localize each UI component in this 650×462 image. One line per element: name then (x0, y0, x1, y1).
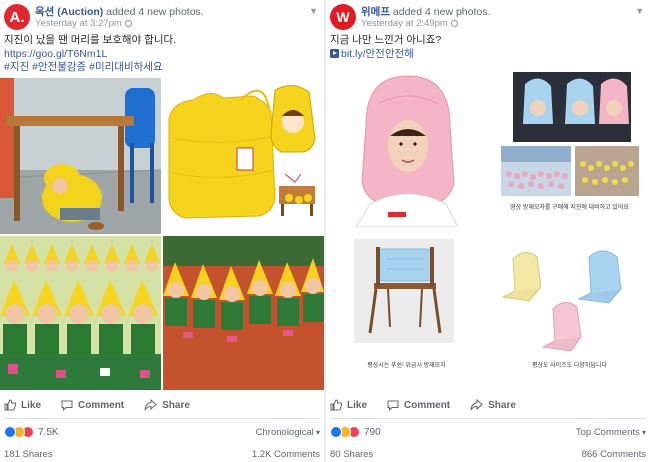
post-text-line: 지진이 났을 땐 머리를 보호해야 합니다. (4, 34, 177, 46)
post-actions: Like Comment Share (0, 395, 324, 415)
comments-count[interactable]: 866 Comments (582, 449, 646, 460)
post-link[interactable]: https://goo.gl/T6Nm1L (4, 48, 320, 62)
comment-icon (61, 400, 73, 411)
reaction-count[interactable]: 7.5K (38, 427, 59, 438)
comment-label[interactable]: Comment (404, 400, 450, 411)
page-name-link[interactable]: 위메프 (361, 6, 390, 18)
post-wemakeprice: W 위메프 added 4 new photos. Yesterday at 2… (326, 0, 650, 462)
share-label[interactable]: Share (162, 400, 190, 411)
comment-sort-dropdown[interactable]: Chronological (256, 427, 320, 438)
post-header: A. 옥션 (Auction) added 4 new photos. Yest… (0, 0, 324, 34)
post-link[interactable]: bit.ly/안전안전해 (330, 48, 646, 62)
share-label[interactable]: Share (488, 400, 516, 411)
post-timestamp[interactable]: Yesterday at 2:49pm (361, 18, 458, 29)
photo-kids-group[interactable] (0, 236, 161, 390)
post-header: W 위메프 added 4 new photos. Yesterday at 2… (326, 0, 650, 34)
timestamp-text[interactable]: Yesterday at 3:27pm (35, 18, 122, 29)
chevron-down-icon[interactable]: ▼ (635, 6, 644, 16)
share-button[interactable]: Share (144, 399, 190, 411)
page-name-link[interactable]: 옥션 (Auction) (35, 6, 103, 18)
link-arrow-icon (330, 48, 339, 58)
like-label[interactable]: Like (347, 400, 367, 411)
reactions-bar: 7.5K Chronological (4, 425, 320, 439)
like-reaction-icon[interactable] (4, 426, 16, 438)
reaction-count[interactable]: 790 (364, 427, 381, 438)
reactions-bar: 790 Top Comments (330, 425, 646, 439)
timestamp-text[interactable]: Yesterday at 2:49pm (361, 18, 448, 29)
thumbs-up-icon (330, 399, 342, 411)
like-reaction-icon[interactable] (330, 426, 342, 438)
divider (4, 418, 320, 419)
post-timestamp[interactable]: Yesterday at 3:27pm (35, 18, 132, 29)
thumbs-up-icon (4, 399, 16, 411)
post-link-text[interactable]: bit.ly/안전안전해 (341, 48, 414, 60)
photo-students-hoods[interactable]: 영상 방재모자를 구매해 지진에 대비하고 있어요 (489, 64, 650, 227)
share-button[interactable]: Share (470, 399, 516, 411)
post-text: 지진이 났을 땐 머리를 보호해야 합니다. https://goo.gl/T6… (0, 34, 324, 75)
shares-count[interactable]: 181 Shares (4, 449, 53, 460)
like-label[interactable]: Like (21, 400, 41, 411)
post-hashtags[interactable]: #지진 #안전불감증 #미리대비하세요 (4, 61, 320, 75)
comments-count[interactable]: 1.2K Comments (252, 449, 320, 460)
feed: A. 옥션 (Auction) added 4 new photos. Yest… (0, 0, 650, 462)
photo-three-hoods[interactable]: 평상도 사이즈도 다양하답니다 (489, 229, 650, 390)
post-stats: 80 Shares 866 Comments (330, 449, 646, 460)
comment-label[interactable]: Comment (78, 400, 124, 411)
comment-button[interactable]: Comment (61, 399, 124, 411)
photo-child-under-table[interactable] (0, 78, 161, 234)
photo-folded-hood[interactable] (163, 78, 324, 234)
post-auction: A. 옥션 (Auction) added 4 new photos. Yest… (0, 0, 324, 462)
post-action-text: added 4 new photos. (392, 6, 491, 18)
like-button[interactable]: Like (330, 399, 367, 411)
comment-icon (387, 400, 399, 411)
page-avatar[interactable]: A. (4, 4, 30, 30)
photo-kids-on-track[interactable] (163, 236, 324, 390)
post-author-line: 위메프 added 4 new photos. (361, 4, 490, 19)
post-stats: 181 Shares 1.2K Comments (4, 449, 320, 460)
post-actions: Like Comment Share (326, 395, 650, 415)
shares-count[interactable]: 80 Shares (330, 449, 373, 460)
chevron-down-icon[interactable]: ▼ (309, 6, 318, 16)
page-avatar[interactable]: W (330, 4, 356, 30)
globe-icon (450, 19, 458, 27)
post-text: 지금 나만 느낀거 아니죠? bit.ly/안전안전해 (326, 34, 650, 61)
photo-chair-cushion[interactable]: 평상시는 푸쉰! 위급시 방재모자 (326, 229, 487, 390)
photo-caption-chair: 평상시는 푸쉰! 위급시 방재모자 (367, 363, 446, 369)
photo-caption-hoods: 평상도 사이즈도 다양하답니다 (531, 363, 608, 369)
photo-woman-pink-hood[interactable] (326, 64, 487, 227)
post-author-line: 옥션 (Auction) added 4 new photos. (35, 4, 204, 19)
comment-button[interactable]: Comment (387, 399, 450, 411)
share-icon (470, 399, 483, 411)
comment-sort-dropdown[interactable]: Top Comments (576, 427, 646, 438)
like-button[interactable]: Like (4, 399, 41, 411)
photo-grid: 영상 방재모자를 구매해 지진에 대비하고 있어요 평상시는 푸쉰! 위급시 방… (326, 64, 650, 390)
photo-grid (0, 78, 324, 390)
photo-caption-school: 영상 방재모자를 구매해 지진에 대비하고 있어요 (510, 205, 629, 211)
post-text-line: 지금 나만 느낀거 아니죠? (330, 34, 442, 46)
post-action-text: added 4 new photos. (106, 6, 204, 18)
share-icon (144, 399, 157, 411)
globe-icon (124, 19, 132, 27)
divider (330, 418, 646, 419)
